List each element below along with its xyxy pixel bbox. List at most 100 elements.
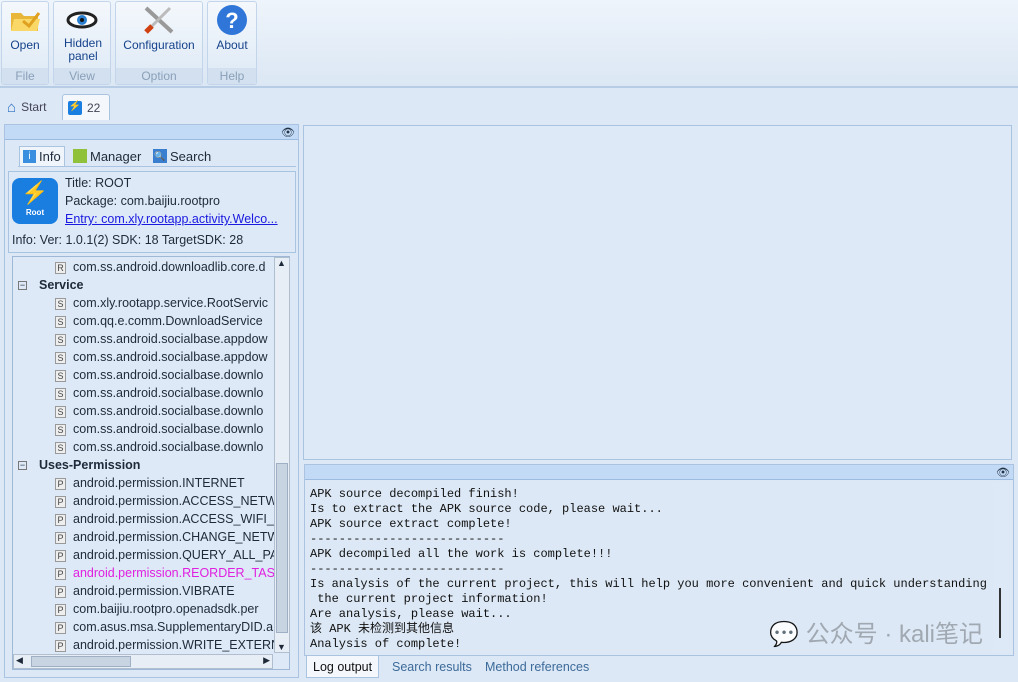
tree-item-label: com.ss.android.socialbase.downlo [73,386,264,400]
tree-item[interactable]: Scom.ss.android.socialbase.downlo [55,366,263,384]
subtab-manager-label: Manager [90,148,142,164]
tab-search-results[interactable]: Search results [386,656,478,678]
horizontal-scrollbar[interactable]: ◀ ▶ [13,654,273,669]
tree-item[interactable]: Scom.ss.android.socialbase.appdow [55,330,268,348]
collapse-icon[interactable]: − [18,281,27,291]
group-help: ? About Help [207,1,257,85]
hidden-panel-button[interactable]: Hidden panel [54,2,110,70]
subtab-search-label: Search [170,148,212,164]
tree-item[interactable]: Pandroid.permission.VIBRATE [55,582,235,600]
tree-item[interactable]: Scom.ss.android.socialbase.downlo [55,402,263,420]
collapse-icon[interactable]: − [18,461,27,471]
tree-item[interactable]: Rcom.ss.android.downloadlib.core.d [55,258,265,276]
about-button[interactable]: ? About [208,2,256,70]
tree-item[interactable]: Pandroid.permission.CHANGE_NETW [55,528,279,546]
p-type-icon: P [55,477,66,490]
tree-item[interactable]: Pandroid.permission.ACCESS_NETW [55,492,277,510]
log-line: --------------------------- [310,562,505,576]
app-title: Title: ROOT [65,176,132,190]
tools-icon [116,2,202,38]
s-type-icon: S [55,423,66,436]
tree-item-label: com.ss.android.socialbase.appdow [73,332,268,346]
entry-link[interactable]: Entry: com.xly.rootapp.activity.Welco... [65,212,278,226]
log-line: APK source extract complete! [310,517,512,531]
tree-item[interactable]: Scom.ss.android.socialbase.downlo [55,384,263,402]
tree-item[interactable]: Pandroid.permission.ACCESS_WIFI_ [55,510,274,528]
group-caption-help: Help [208,68,256,84]
s-type-icon: S [55,315,66,328]
eye-icon[interactable]: 👁 [281,126,295,139]
p-type-icon: P [55,549,66,562]
tree-item[interactable]: Pcom.asus.msa.SupplementaryDID.a [55,618,273,636]
tree-group[interactable]: − Uses-Permission [18,456,140,474]
s-type-icon: S [55,297,66,310]
help-icon: ? [208,2,256,38]
tree-item-label: com.ss.android.socialbase.downlo [73,422,264,436]
tab-start[interactable]: ⌂ Start [2,94,51,120]
group-file: Open File [1,1,49,85]
tree-item-label: android.permission.QUERY_ALL_PA [73,548,279,562]
tree-item[interactable]: Scom.xly.rootapp.service.RootServic [55,294,268,312]
scroll-left-icon[interactable]: ◀ [16,655,23,666]
tree-item-label: android.permission.CHANGE_NETW [73,530,280,544]
tree-item[interactable]: Pcom.baijiu.rootpro.openadsdk.per [55,600,259,618]
log-line: Is analysis of the current project, this… [310,577,990,591]
tree-item-label: com.ss.android.socialbase.downlo [73,404,264,418]
tree-item[interactable]: Pandroid.permission.REORDER_TAS [55,564,275,582]
s-type-icon: S [55,369,66,382]
group-caption-option: Option [116,68,202,84]
folder-icon [2,2,48,38]
subtab-manager[interactable]: Manager [70,146,144,166]
svg-text:?: ? [225,8,238,33]
vertical-scrollbar[interactable]: ▲ ▼ [274,257,290,653]
p-type-icon: P [55,621,66,634]
s-type-icon: S [55,387,66,400]
editor-area [303,125,1012,460]
p-type-icon: P [55,531,66,544]
tree-group[interactable]: − Service [18,276,83,294]
tree-item-label: com.qq.e.comm.DownloadService [73,314,263,328]
s-type-icon: S [55,441,66,454]
scroll-right-icon[interactable]: ▶ [263,655,270,666]
log-scroll-thumb[interactable] [999,588,1001,638]
tree-item[interactable]: Scom.ss.android.socialbase.appdow [55,348,268,366]
ribbon-toolbar: Open File Hidden panel View Configuratio… [0,0,1018,88]
log-scrollbar[interactable] [993,483,1009,653]
app-meta: Info: Ver: 1.0.1(2) SDK: 18 TargetSDK: 2… [12,233,244,247]
group-option: Configuration Option [115,1,203,85]
hscroll-thumb[interactable] [31,656,131,667]
tree-item[interactable]: Scom.ss.android.socialbase.downlo [55,420,263,438]
tree-item-label: com.xly.rootapp.service.RootServic [73,296,268,310]
p-type-icon: P [55,495,66,508]
subtab-search[interactable]: 🔍 Search [150,146,214,166]
tab-method-references[interactable]: Method references [479,656,595,678]
watermark: 💬 公众号 · kali笔记 [769,614,983,649]
tree-item-label: com.ss.android.socialbase.appdow [73,350,268,364]
scroll-up-icon[interactable]: ▲ [277,258,286,268]
eye-icon[interactable]: 👁 [996,466,1010,479]
info-icon: i [23,150,36,163]
log-line: APK decompiled all the work is complete!… [310,547,613,561]
open-button[interactable]: Open [2,2,48,70]
log-line: --------------------------- [310,532,505,546]
log-panel: 👁 APK source decompiled finish! Is to ext… [304,464,1014,656]
subtab-info[interactable]: i Info [19,146,65,166]
left-panel-header: 👁 [5,125,298,140]
log-line: Is to extract the APK source code, pleas… [310,502,663,516]
tree-item[interactable]: Pandroid.permission.WRITE_EXTERN [55,636,280,654]
s-type-icon: S [55,405,66,418]
log-line: APK source decompiled finish! [310,487,519,501]
tree-item[interactable]: Scom.ss.android.socialbase.downlo [55,438,263,456]
tree-item[interactable]: Pandroid.permission.INTERNET [55,474,245,492]
tree-item-label: com.ss.android.downloadlib.core.d [73,260,266,274]
tab-log-output[interactable]: Log output [306,656,380,678]
tree-item[interactable]: Pandroid.permission.QUERY_ALL_PA [55,546,278,564]
r-type-icon: R [55,261,66,274]
tab-22[interactable]: ⚡ 22 [62,94,110,120]
configuration-button[interactable]: Configuration [116,2,202,70]
logo-text: Root [25,208,45,217]
tree-item[interactable]: Scom.qq.e.comm.DownloadService [55,312,263,330]
scroll-down-icon[interactable]: ▼ [277,642,286,652]
home-icon: ⌂ [7,98,17,116]
scroll-thumb[interactable] [276,463,288,633]
